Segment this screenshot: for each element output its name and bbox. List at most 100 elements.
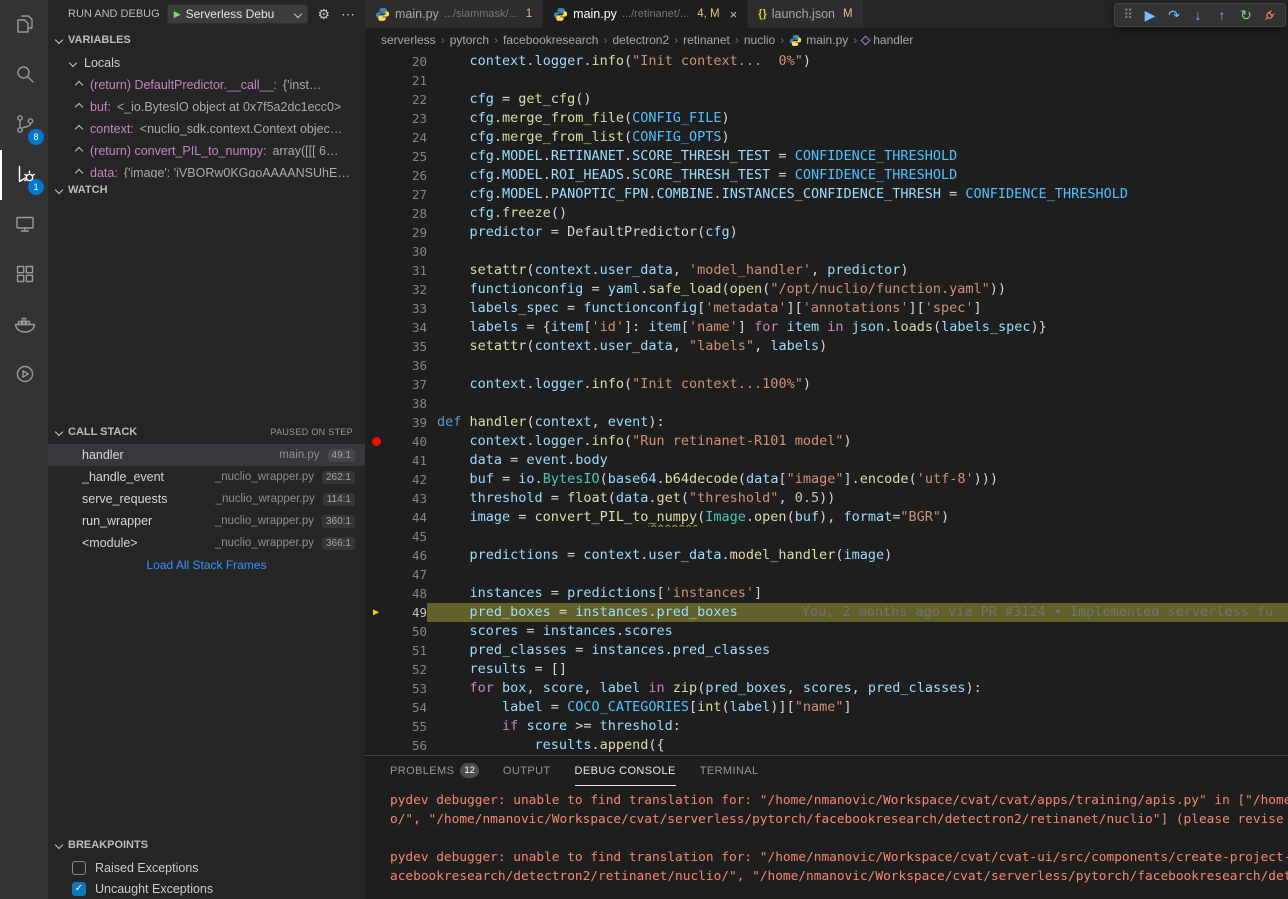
watch-section-header[interactable]: WATCH <box>48 178 365 202</box>
editor-tab[interactable]: main.py.../siammask/...1 <box>365 0 543 28</box>
breadcrumb-item[interactable]: detectron2 <box>612 33 669 47</box>
code-line-content[interactable]: scores = instances.scores <box>427 622 1288 641</box>
breadcrumb-item[interactable]: serverless <box>381 33 436 47</box>
breadcrumb-item[interactable]: retinanet <box>683 33 730 47</box>
glyph-margin[interactable] <box>365 204 387 223</box>
code-line-content[interactable] <box>427 242 1288 261</box>
breakpoint-checkbox[interactable]: ✓ <box>72 882 86 896</box>
glyph-margin[interactable] <box>365 717 387 736</box>
glyph-margin[interactable] <box>365 71 387 90</box>
current-line-arrow-icon[interactable]: ▶ <box>365 603 387 622</box>
activity-bar-item-source-control[interactable]: 8 <box>0 100 48 150</box>
glyph-margin[interactable] <box>365 299 387 318</box>
glyph-margin[interactable] <box>365 679 387 698</box>
disconnect-button[interactable] <box>1259 4 1281 26</box>
breakpoint-icon[interactable] <box>365 432 387 451</box>
glyph-margin[interactable] <box>365 508 387 527</box>
code-line-content[interactable] <box>427 527 1288 546</box>
breadcrumb-item[interactable]: nuclio <box>744 33 775 47</box>
code-line-content[interactable]: image = convert_PIL_to_numpy(Image.open(… <box>427 508 1288 527</box>
variable-row[interactable]: (return) DefaultPredictor.__call__:{'ins… <box>48 74 365 96</box>
code-line-content[interactable]: cfg.MODEL.PANOPTIC_FPN.COMBINE.INSTANCES… <box>427 185 1288 204</box>
editor-tab[interactable]: main.py.../retinanet/...4, M× <box>543 0 748 28</box>
continue-button[interactable]: ▶ <box>1139 4 1161 26</box>
call-stack-section-header[interactable]: CALL STACK PAUSED ON STEP <box>48 420 365 444</box>
glyph-margin[interactable] <box>365 128 387 147</box>
glyph-margin[interactable] <box>365 261 387 280</box>
code-line-content[interactable]: cfg.freeze() <box>427 204 1288 223</box>
glyph-margin[interactable] <box>365 337 387 356</box>
code-line-content[interactable] <box>427 356 1288 375</box>
code-line-content[interactable]: cfg.merge_from_list(CONFIG_OPTS) <box>427 128 1288 147</box>
breakpoint-item[interactable]: Raised Exceptions <box>48 857 365 878</box>
locals-scope-row[interactable]: Locals <box>48 52 365 74</box>
code-line-content[interactable]: data = event.body <box>427 451 1288 470</box>
code-line-content[interactable]: setattr(context.user_data, 'model_handle… <box>427 261 1288 280</box>
glyph-margin[interactable] <box>365 622 387 641</box>
glyph-margin[interactable] <box>365 736 387 755</box>
stack-frame[interactable]: handlermain.py49:1 <box>48 444 365 466</box>
glyph-margin[interactable] <box>365 166 387 185</box>
variables-section-header[interactable]: VARIABLES <box>48 28 365 52</box>
code-line-content[interactable]: context.logger.info("Run retinanet-R101 … <box>427 432 1288 451</box>
glyph-margin[interactable] <box>365 489 387 508</box>
code-line-content[interactable]: predictions = context.user_data.model_ha… <box>427 546 1288 565</box>
panel-tab-output[interactable]: OUTPUT <box>503 756 551 786</box>
code-line-content[interactable] <box>427 565 1288 584</box>
code-line-content[interactable]: cfg = get_cfg() <box>427 90 1288 109</box>
load-all-stack-frames-link[interactable]: Load All Stack Frames <box>48 554 365 576</box>
glyph-margin[interactable] <box>365 660 387 679</box>
drag-handle-icon[interactable]: ⠿ <box>1119 7 1137 23</box>
glyph-margin[interactable] <box>365 280 387 299</box>
glyph-margin[interactable] <box>365 318 387 337</box>
code-line-content[interactable]: labels = {item['id']: item['name'] for i… <box>427 318 1288 337</box>
code-line-content[interactable]: cfg.merge_from_file(CONFIG_FILE) <box>427 109 1288 128</box>
glyph-margin[interactable] <box>365 584 387 603</box>
glyph-margin[interactable] <box>365 375 387 394</box>
glyph-margin[interactable] <box>365 185 387 204</box>
glyph-margin[interactable] <box>365 394 387 413</box>
code-line-content[interactable]: instances = predictions['instances'] <box>427 584 1288 603</box>
glyph-margin[interactable] <box>365 698 387 717</box>
glyph-margin[interactable] <box>365 565 387 584</box>
panel-tab-debug-console[interactable]: DEBUG CONSOLE <box>575 756 676 786</box>
glyph-margin[interactable] <box>365 90 387 109</box>
activity-bar-item-remote-explorer[interactable] <box>0 200 48 250</box>
code-line-content[interactable]: context.logger.info("Init context...100%… <box>427 375 1288 394</box>
code-line-content[interactable] <box>427 394 1288 413</box>
code-line-content[interactable]: label = COCO_CATEGORIES[int(label)]["nam… <box>427 698 1288 717</box>
code-line-content[interactable]: if score >= threshold: <box>427 717 1288 736</box>
more-actions-icon[interactable]: ⋯ <box>339 6 357 23</box>
variable-row[interactable]: (return) convert_PIL_to_numpy:array([[[ … <box>48 140 365 162</box>
breadcrumb-item[interactable]: pytorch <box>450 33 489 47</box>
code-line-content[interactable]: buf = io.BytesIO(base64.b64decode(data["… <box>427 470 1288 489</box>
activity-bar-item-extensions[interactable] <box>0 250 48 300</box>
launch-config-dropdown[interactable]: ▶ Serverless Debu <box>167 4 309 24</box>
activity-bar-item-run-and-debug[interactable]: 1 <box>0 150 48 200</box>
glyph-margin[interactable] <box>365 546 387 565</box>
glyph-margin[interactable] <box>365 356 387 375</box>
breakpoints-section-header[interactable]: BREAKPOINTS <box>48 833 365 857</box>
glyph-margin[interactable] <box>365 109 387 128</box>
editor-tab[interactable]: {}launch.jsonM <box>748 0 863 28</box>
glyph-margin[interactable] <box>365 147 387 166</box>
code-line-content[interactable]: predictor = DefaultPredictor(cfg) <box>427 223 1288 242</box>
code-line-content[interactable]: pred_boxes = instances.pred_boxesYou, 2 … <box>427 603 1288 622</box>
breakpoint-item[interactable]: ✓Uncaught Exceptions <box>48 878 365 899</box>
code-line-content[interactable]: labels_spec = functionconfig['metadata']… <box>427 299 1288 318</box>
code-line-content[interactable]: results = [] <box>427 660 1288 679</box>
stack-frame[interactable]: <module>_nuclio_wrapper.py366:1 <box>48 532 365 554</box>
glyph-margin[interactable] <box>365 413 387 432</box>
code-line-content[interactable]: for box, score, label in zip(pred_boxes,… <box>427 679 1288 698</box>
code-editor[interactable]: 20 context.logger.info("Init context... … <box>365 52 1288 755</box>
glyph-margin[interactable] <box>365 451 387 470</box>
activity-bar-item-test-explorer[interactable] <box>0 350 48 400</box>
step-over-button[interactable]: ↷ <box>1163 4 1185 26</box>
breakpoint-checkbox[interactable] <box>72 861 86 875</box>
variable-row[interactable]: buf:<_io.BytesIO object at 0x7f5a2dc1ecc… <box>48 96 365 118</box>
step-out-button[interactable]: ↑ <box>1211 4 1233 26</box>
code-line-content[interactable]: cfg.MODEL.ROI_HEADS.SCORE_THRESH_TEST = … <box>427 166 1288 185</box>
code-line-content[interactable]: def handler(context, event): <box>427 413 1288 432</box>
gear-icon[interactable]: ⚙ <box>315 6 332 23</box>
start-debug-icon[interactable]: ▶ <box>174 9 181 20</box>
